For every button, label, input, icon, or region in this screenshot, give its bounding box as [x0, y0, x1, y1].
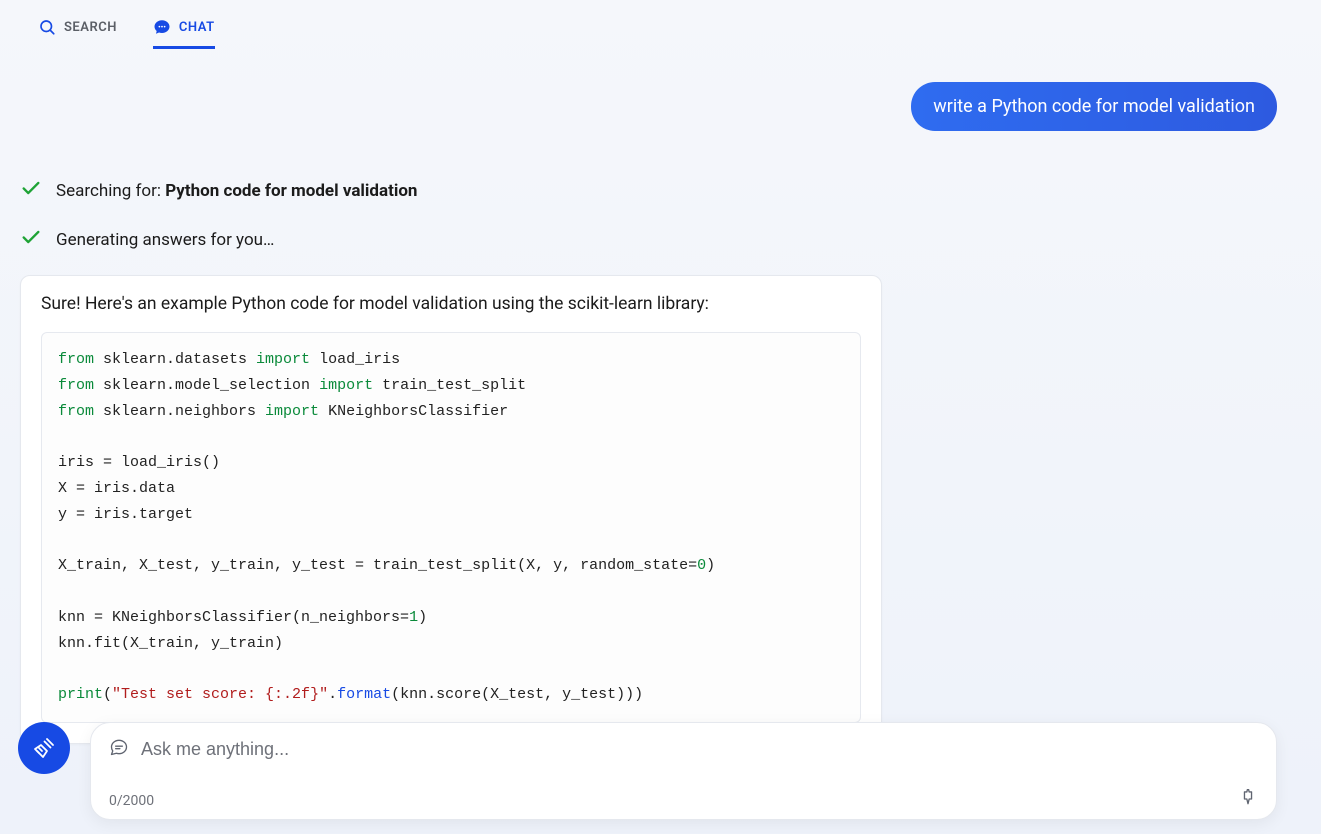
code-tok: from [58, 351, 94, 368]
chat-input-field[interactable] [141, 739, 1258, 760]
tab-chat-label: CHAT [179, 20, 215, 35]
assistant-answer-card: Sure! Here's an example Python code for … [20, 275, 882, 744]
code-block: from sklearn.datasets import load_iris f… [41, 332, 861, 723]
status-list: Searching for: Python code for model val… [20, 131, 1301, 253]
code-tok: import [256, 351, 310, 368]
code-tok: 1 [409, 609, 418, 626]
code-tok: sklearn.neighbors [94, 403, 265, 420]
code-tok: knn.fit(X_train, y_train) [58, 635, 283, 652]
code-tok: load_iris [310, 351, 400, 368]
tab-bar: SEARCH CHAT [0, 0, 1321, 48]
code-tok: print [58, 686, 103, 703]
chat-bubble-icon [109, 737, 129, 761]
bottom-bar: 0/2000 [18, 722, 1277, 820]
status-searching: Searching for: Python code for model val… [20, 177, 1301, 204]
code-tok: . [328, 686, 337, 703]
char-counter: 0/2000 [109, 793, 154, 809]
status-generating-text: Generating answers for you… [56, 230, 274, 250]
code-tok: import [265, 403, 319, 420]
user-message-text: write a Python code for model validation [933, 96, 1255, 117]
code-tok: y = iris.target [58, 506, 193, 523]
code-tok: X = iris.data [58, 480, 175, 497]
code-tok: iris = load_iris() [58, 454, 220, 471]
code-tok: ( [103, 686, 112, 703]
code-tok: 0 [697, 557, 706, 574]
code-tok: sklearn.datasets [94, 351, 256, 368]
chat-input-box[interactable]: 0/2000 [90, 722, 1277, 820]
check-icon [20, 177, 42, 204]
code-tok: ) [706, 557, 715, 574]
status-searching-text: Searching for: Python code for model val… [56, 181, 417, 201]
code-tok: import [319, 377, 373, 394]
assistant-intro-text: Sure! Here's an example Python code for … [41, 294, 861, 314]
code-tok: "Test set score: {:.2f}" [112, 686, 328, 703]
status-generating: Generating answers for you… [20, 226, 1301, 253]
code-tok: KNeighborsClassifier [319, 403, 508, 420]
code-tok: from [58, 377, 94, 394]
status-searching-prefix: Searching for: [56, 181, 165, 201]
check-icon [20, 226, 42, 253]
search-icon [38, 18, 56, 36]
code-tok: format [337, 686, 391, 703]
tab-search[interactable]: SEARCH [38, 18, 117, 48]
chat-icon [153, 18, 171, 36]
code-tok: (knn.score(X_test, y_test))) [391, 686, 643, 703]
code-tok: ) [418, 609, 427, 626]
status-searching-query: Python code for model validation [165, 181, 417, 201]
code-tok: sklearn.model_selection [94, 377, 319, 394]
code-tok: from [58, 403, 94, 420]
pin-button[interactable] [1238, 789, 1258, 809]
user-message-bubble: write a Python code for model validation [911, 82, 1277, 131]
tab-chat[interactable]: CHAT [153, 18, 215, 48]
new-topic-button[interactable] [18, 722, 70, 774]
tab-search-label: SEARCH [64, 20, 117, 35]
chat-area: write a Python code for model validation… [0, 48, 1321, 744]
code-tok: X_train, X_test, y_train, y_test = train… [58, 557, 697, 574]
code-tok: train_test_split [373, 377, 526, 394]
code-tok: knn = KNeighborsClassifier(n_neighbors= [58, 609, 409, 626]
